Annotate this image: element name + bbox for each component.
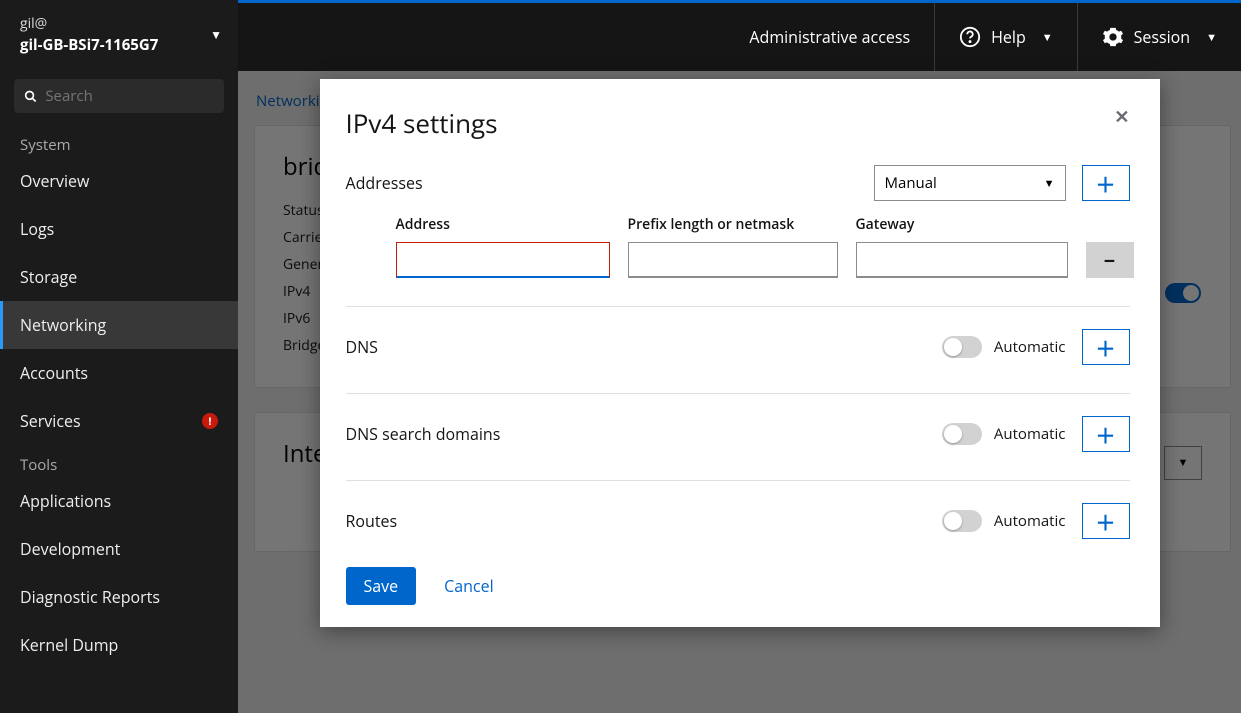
- search-input-wrap[interactable]: [14, 79, 224, 113]
- sidebar-item-label: Diagnostic Reports: [20, 586, 160, 608]
- gear-icon: [1102, 26, 1124, 48]
- search-icon: [24, 89, 37, 104]
- section-label: Routes: [346, 510, 398, 532]
- alert-badge-icon: !: [202, 413, 218, 429]
- sidebar-item-diagnostic-reports[interactable]: Diagnostic Reports: [0, 573, 238, 621]
- add-address-button[interactable]: ＋: [1082, 165, 1130, 201]
- address-row: Address Prefix length or netmask Gateway…: [346, 215, 1130, 278]
- field-label: Address: [396, 215, 610, 234]
- admin-access-button[interactable]: Administrative access: [725, 3, 934, 71]
- help-menu[interactable]: Help ▼: [934, 3, 1077, 71]
- dns-section: DNS Automatic ＋: [346, 329, 1130, 394]
- sidebar-item-overview[interactable]: Overview: [0, 157, 238, 205]
- modal-overlay: IPv4 settings ✕ Addresses Manual ▼ ＋: [238, 71, 1241, 713]
- save-button[interactable]: Save: [346, 567, 417, 605]
- section-label: Addresses: [346, 172, 423, 194]
- address-mode-select[interactable]: Manual ▼: [874, 165, 1066, 201]
- section-label: DNS search domains: [346, 423, 501, 445]
- field-label: Prefix length or netmask: [628, 215, 838, 234]
- dns-search-automatic-toggle[interactable]: [942, 423, 982, 445]
- sidebar-item-label: Storage: [20, 266, 77, 288]
- chevron-down-icon: ▼: [1044, 176, 1055, 191]
- add-dns-search-button[interactable]: ＋: [1082, 416, 1130, 452]
- chevron-down-icon: ▼: [1206, 30, 1217, 45]
- plus-icon: ＋: [1096, 507, 1116, 536]
- sidebar-item-development[interactable]: Development: [0, 525, 238, 573]
- sidebar-item-label: Overview: [20, 170, 89, 192]
- sidebar-item-logs[interactable]: Logs: [0, 205, 238, 253]
- plus-icon: ＋: [1096, 333, 1116, 362]
- topbar-label: Session: [1134, 26, 1190, 48]
- host-name: gil-GB-BSi7-1165G7: [20, 35, 158, 55]
- remove-address-button[interactable]: −: [1086, 242, 1134, 278]
- sidebar-item-label: Networking: [20, 314, 106, 336]
- session-menu[interactable]: Session ▼: [1077, 3, 1241, 71]
- section-label: DNS: [346, 336, 378, 358]
- search-input[interactable]: [45, 86, 214, 106]
- routes-automatic-toggle[interactable]: [942, 510, 982, 532]
- field-label: Gateway: [856, 215, 1068, 234]
- add-dns-button[interactable]: ＋: [1082, 329, 1130, 365]
- chevron-down-icon: ▼: [210, 26, 222, 43]
- sidebar-item-label: Accounts: [20, 362, 88, 384]
- main-area: Administrative access Help ▼ Session ▼ N…: [238, 0, 1241, 713]
- sidebar-item-label: Kernel Dump: [20, 634, 118, 656]
- cancel-button[interactable]: Cancel: [444, 575, 493, 597]
- toggle-label: Automatic: [994, 424, 1066, 444]
- topbar-label: Help: [991, 26, 1026, 48]
- nav-section-tools: Tools: [0, 445, 238, 477]
- ipv4-settings-modal: IPv4 settings ✕ Addresses Manual ▼ ＋: [320, 79, 1160, 627]
- help-icon: [959, 26, 981, 48]
- close-icon[interactable]: ✕: [1114, 105, 1129, 129]
- modal-title: IPv4 settings: [346, 105, 498, 141]
- sidebar-item-services[interactable]: Services !: [0, 397, 238, 445]
- dns-search-section: DNS search domains Automatic ＋: [346, 416, 1130, 481]
- address-input[interactable]: [396, 242, 610, 278]
- sidebar-item-kernel-dump[interactable]: Kernel Dump: [0, 621, 238, 669]
- host-selector[interactable]: gil@ gil-GB-BSi7-1165G7 ▼: [0, 0, 238, 71]
- dns-automatic-toggle[interactable]: [942, 336, 982, 358]
- minus-icon: −: [1104, 247, 1115, 274]
- gateway-input[interactable]: [856, 242, 1068, 278]
- prefix-input[interactable]: [628, 242, 838, 278]
- toggle-label: Automatic: [994, 337, 1066, 357]
- addresses-section: Addresses Manual ▼ ＋ Address: [346, 165, 1130, 307]
- chevron-down-icon: ▼: [1042, 30, 1053, 45]
- sidebar: gil@ gil-GB-BSi7-1165G7 ▼ System Overvie…: [0, 0, 238, 713]
- topbar-label: Administrative access: [749, 26, 910, 48]
- sidebar-item-label: Applications: [20, 490, 111, 512]
- toggle-label: Automatic: [994, 511, 1066, 531]
- sidebar-item-label: Development: [20, 538, 120, 560]
- host-user: gil@: [20, 14, 158, 33]
- sidebar-item-accounts[interactable]: Accounts: [0, 349, 238, 397]
- routes-section: Routes Automatic ＋: [346, 503, 1130, 547]
- sidebar-item-label: Logs: [20, 218, 54, 240]
- sidebar-item-storage[interactable]: Storage: [0, 253, 238, 301]
- topbar: Administrative access Help ▼ Session ▼: [238, 3, 1241, 71]
- select-value: Manual: [885, 173, 937, 193]
- sidebar-item-label: Services: [20, 410, 81, 432]
- sidebar-item-networking[interactable]: Networking: [0, 301, 238, 349]
- plus-icon: ＋: [1096, 420, 1116, 449]
- sidebar-item-applications[interactable]: Applications: [0, 477, 238, 525]
- nav-section-system: System: [0, 125, 238, 157]
- add-route-button[interactable]: ＋: [1082, 503, 1130, 539]
- plus-icon: ＋: [1096, 169, 1116, 198]
